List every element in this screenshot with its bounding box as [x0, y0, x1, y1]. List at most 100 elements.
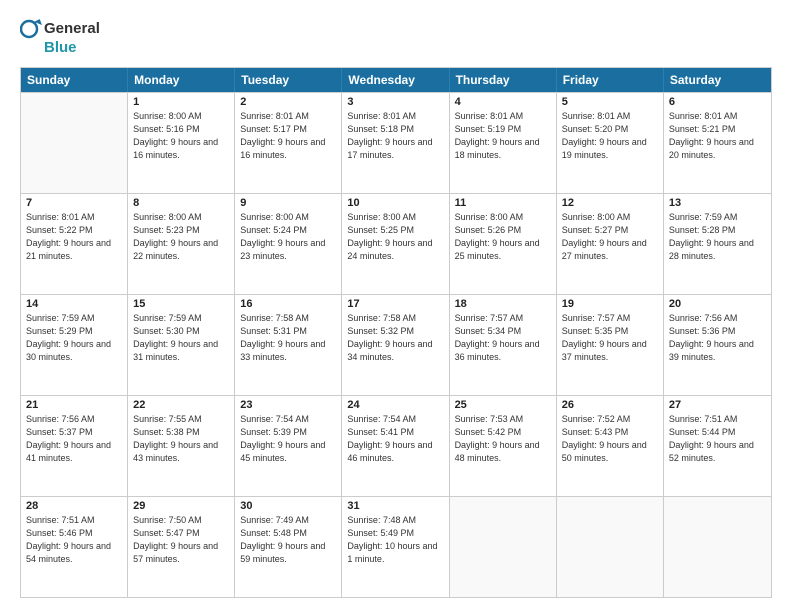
day-cell-26: 26Sunrise: 7:52 AMSunset: 5:43 PMDayligh…	[557, 396, 664, 496]
cell-info: Sunrise: 8:00 AMSunset: 5:16 PMDaylight:…	[133, 110, 229, 162]
day-cell-18: 18 Sunrise: 7:57 AMSunset: 5:34 PMDayligh…	[450, 295, 557, 395]
calendar-week-3: 14Sunrise: 7:59 AMSunset: 5:29 PMDayligh…	[21, 294, 771, 395]
cell-info: Sunrise: 7:57 AMSunset: 5:35 PMDaylight:…	[562, 312, 658, 364]
header-day-wednesday: Wednesday	[342, 68, 449, 92]
day-cell-16: 16 Sunrise: 7:58 AMSunset: 5:31 PMDayligh…	[235, 295, 342, 395]
day-number: 22	[133, 399, 229, 411]
cell-info: Sunrise: 7:56 AMSunset: 5:37 PMDaylight:…	[26, 413, 122, 465]
day-number: 26	[562, 399, 658, 411]
cell-info: Sunrise: 8:00 AMSunset: 5:26 PMDaylight:…	[455, 211, 551, 263]
day-cell-30: 30 Sunrise: 7:49 AMSunset: 5:48 PMDayligh…	[235, 497, 342, 597]
day-number: 27	[669, 399, 766, 411]
day-number: 17	[347, 298, 443, 310]
cell-info: Sunrise: 7:59 AMSunset: 5:30 PMDaylight:…	[133, 312, 229, 364]
day-cell-20: 20 Sunrise: 7:56 AMSunset: 5:36 PMDayligh…	[664, 295, 771, 395]
calendar-week-1: 1 Sunrise: 8:00 AMSunset: 5:16 PMDaylight…	[21, 92, 771, 193]
cell-info: Sunrise: 8:00 AMSunset: 5:25 PMDaylight:…	[347, 211, 443, 263]
day-cell-13: 13Sunrise: 7:59 AMSunset: 5:28 PMDayligh…	[664, 194, 771, 294]
cell-info: Sunrise: 8:01 AMSunset: 5:17 PMDaylight:…	[240, 110, 336, 162]
day-number: 31	[347, 500, 443, 512]
cell-info: Sunrise: 7:54 AMSunset: 5:41 PMDaylight:…	[347, 413, 443, 465]
cell-info: Sunrise: 7:53 AMSunset: 5:42 PMDaylight:…	[455, 413, 551, 465]
cell-info: Sunrise: 7:55 AMSunset: 5:38 PMDaylight:…	[133, 413, 229, 465]
cell-info: Sunrise: 7:56 AMSunset: 5:36 PMDaylight:…	[669, 312, 766, 364]
cell-info: Sunrise: 8:01 AMSunset: 5:22 PMDaylight:…	[26, 211, 122, 263]
cell-info: Sunrise: 7:48 AMSunset: 5:49 PMDaylight:…	[347, 514, 443, 566]
header-day-saturday: Saturday	[664, 68, 771, 92]
empty-cell	[664, 497, 771, 597]
day-cell-25: 25 Sunrise: 7:53 AMSunset: 5:42 PMDayligh…	[450, 396, 557, 496]
calendar-week-2: 7 Sunrise: 8:01 AMSunset: 5:22 PMDaylight…	[21, 193, 771, 294]
day-cell-27: 27 Sunrise: 7:51 AMSunset: 5:44 PMDayligh…	[664, 396, 771, 496]
day-number: 23	[240, 399, 336, 411]
day-number: 2	[240, 96, 336, 108]
day-cell-31: 31 Sunrise: 7:48 AMSunset: 5:49 PMDayligh…	[342, 497, 449, 597]
day-number: 8	[133, 197, 229, 209]
day-number: 11	[455, 197, 551, 209]
cell-info: Sunrise: 8:01 AMSunset: 5:18 PMDaylight:…	[347, 110, 443, 162]
day-number: 13	[669, 197, 766, 209]
day-number: 20	[669, 298, 766, 310]
cell-info: Sunrise: 7:57 AMSunset: 5:34 PMDaylight:…	[455, 312, 551, 364]
day-cell-4: 4Sunrise: 8:01 AMSunset: 5:19 PMDaylight…	[450, 93, 557, 193]
header-day-friday: Friday	[557, 68, 664, 92]
cell-info: Sunrise: 7:58 AMSunset: 5:31 PMDaylight:…	[240, 312, 336, 364]
cell-info: Sunrise: 7:54 AMSunset: 5:39 PMDaylight:…	[240, 413, 336, 465]
day-number: 16	[240, 298, 336, 310]
cell-info: Sunrise: 7:51 AMSunset: 5:46 PMDaylight:…	[26, 514, 122, 566]
day-cell-12: 12 Sunrise: 8:00 AMSunset: 5:27 PMDayligh…	[557, 194, 664, 294]
day-cell-14: 14Sunrise: 7:59 AMSunset: 5:29 PMDayligh…	[21, 295, 128, 395]
cell-info: Sunrise: 7:58 AMSunset: 5:32 PMDaylight:…	[347, 312, 443, 364]
day-number: 10	[347, 197, 443, 209]
cell-info: Sunrise: 8:00 AMSunset: 5:23 PMDaylight:…	[133, 211, 229, 263]
day-number: 18	[455, 298, 551, 310]
cell-info: Sunrise: 7:50 AMSunset: 5:47 PMDaylight:…	[133, 514, 229, 566]
day-number: 19	[562, 298, 658, 310]
page: General Blue SundayMondayTuesdayWednesda…	[0, 0, 792, 612]
day-cell-22: 22 Sunrise: 7:55 AMSunset: 5:38 PMDayligh…	[128, 396, 235, 496]
empty-cell	[21, 93, 128, 193]
logo: General Blue	[20, 18, 100, 57]
day-number: 21	[26, 399, 122, 411]
cell-info: Sunrise: 7:49 AMSunset: 5:48 PMDaylight:…	[240, 514, 336, 566]
day-cell-28: 28 Sunrise: 7:51 AMSunset: 5:46 PMDayligh…	[21, 497, 128, 597]
day-cell-17: 17 Sunrise: 7:58 AMSunset: 5:32 PMDayligh…	[342, 295, 449, 395]
day-number: 15	[133, 298, 229, 310]
header-day-tuesday: Tuesday	[235, 68, 342, 92]
calendar-week-4: 21 Sunrise: 7:56 AMSunset: 5:37 PMDayligh…	[21, 395, 771, 496]
day-number: 1	[133, 96, 229, 108]
header-day-sunday: Sunday	[21, 68, 128, 92]
calendar-body: 1 Sunrise: 8:00 AMSunset: 5:16 PMDaylight…	[21, 92, 771, 598]
cell-info: Sunrise: 8:01 AMSunset: 5:21 PMDaylight:…	[669, 110, 766, 162]
day-number: 12	[562, 197, 658, 209]
day-cell-3: 3Sunrise: 8:01 AMSunset: 5:18 PMDaylight…	[342, 93, 449, 193]
day-number: 14	[26, 298, 122, 310]
cell-info: Sunrise: 8:00 AMSunset: 5:27 PMDaylight:…	[562, 211, 658, 263]
header-day-monday: Monday	[128, 68, 235, 92]
day-number: 25	[455, 399, 551, 411]
day-cell-24: 24Sunrise: 7:54 AMSunset: 5:41 PMDayligh…	[342, 396, 449, 496]
cell-info: Sunrise: 8:00 AMSunset: 5:24 PMDaylight:…	[240, 211, 336, 263]
header-day-thursday: Thursday	[450, 68, 557, 92]
day-cell-7: 7 Sunrise: 8:01 AMSunset: 5:22 PMDaylight…	[21, 194, 128, 294]
day-cell-8: 8 Sunrise: 8:00 AMSunset: 5:23 PMDaylight…	[128, 194, 235, 294]
calendar-week-5: 28 Sunrise: 7:51 AMSunset: 5:46 PMDayligh…	[21, 496, 771, 597]
empty-cell	[450, 497, 557, 597]
day-number: 5	[562, 96, 658, 108]
cell-info: Sunrise: 8:01 AMSunset: 5:20 PMDaylight:…	[562, 110, 658, 162]
calendar-header: SundayMondayTuesdayWednesdayThursdayFrid…	[21, 68, 771, 92]
cell-info: Sunrise: 8:01 AMSunset: 5:19 PMDaylight:…	[455, 110, 551, 162]
day-cell-9: 9 Sunrise: 8:00 AMSunset: 5:24 PMDaylight…	[235, 194, 342, 294]
day-cell-11: 11 Sunrise: 8:00 AMSunset: 5:26 PMDayligh…	[450, 194, 557, 294]
day-cell-23: 23 Sunrise: 7:54 AMSunset: 5:39 PMDayligh…	[235, 396, 342, 496]
day-cell-10: 10 Sunrise: 8:00 AMSunset: 5:25 PMDayligh…	[342, 194, 449, 294]
day-number: 7	[26, 197, 122, 209]
header: General Blue	[20, 18, 772, 57]
calendar: SundayMondayTuesdayWednesdayThursdayFrid…	[20, 67, 772, 599]
cell-info: Sunrise: 7:51 AMSunset: 5:44 PMDaylight:…	[669, 413, 766, 465]
day-cell-19: 19 Sunrise: 7:57 AMSunset: 5:35 PMDayligh…	[557, 295, 664, 395]
day-cell-21: 21 Sunrise: 7:56 AMSunset: 5:37 PMDayligh…	[21, 396, 128, 496]
day-number: 30	[240, 500, 336, 512]
day-number: 28	[26, 500, 122, 512]
day-number: 9	[240, 197, 336, 209]
